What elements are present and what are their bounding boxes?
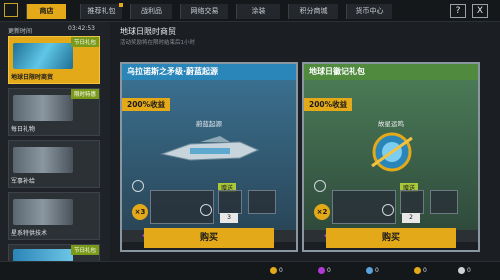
gift-boxes-thumbnail bbox=[13, 95, 73, 121]
notification-badge bbox=[119, 3, 123, 7]
buy-button[interactable]: 购买 bbox=[144, 228, 274, 248]
buy-button[interactable]: 购买 bbox=[326, 228, 456, 248]
resource-value: 0 bbox=[423, 267, 427, 274]
sidebar-item-label: 每日礼物 bbox=[11, 126, 36, 133]
resource-value: 0 bbox=[279, 267, 283, 274]
supply-crate-thumbnail bbox=[13, 147, 73, 173]
profit-badge: 200%收益 bbox=[122, 98, 171, 111]
resource-energy: 0 bbox=[414, 266, 427, 276]
refresh-timer: 03:42:53 bbox=[68, 25, 95, 32]
quantity-badge: ×2 bbox=[314, 204, 330, 220]
resource-bar: 0 0 0 0 0 bbox=[0, 261, 500, 280]
ship-image bbox=[160, 136, 260, 161]
clock-icon bbox=[314, 180, 326, 192]
tab-network-trade[interactable]: 网络交易 bbox=[180, 4, 228, 19]
resource-credit: 0 bbox=[366, 266, 379, 276]
festival-tag: 节日礼包 bbox=[70, 245, 99, 255]
item-name: 蔚蓝起源 bbox=[196, 120, 222, 128]
close-icon: X bbox=[476, 6, 484, 16]
resource-value: 0 bbox=[375, 267, 379, 274]
tab-label: 推荐礼包 bbox=[87, 7, 116, 15]
card-title: 乌拉诺斯之矛级·蔚蓝起源 bbox=[122, 64, 296, 80]
gift-count: 3 bbox=[220, 213, 238, 223]
menu-icon[interactable] bbox=[4, 3, 18, 17]
gift-count: 2 bbox=[402, 213, 420, 223]
emblem-image bbox=[371, 132, 413, 172]
crystal-icon bbox=[318, 267, 325, 274]
help-icon: ? bbox=[455, 6, 461, 16]
tab-paint[interactable]: 涂装 bbox=[236, 4, 280, 19]
tab-label: 积分商城 bbox=[299, 7, 328, 15]
profit-badge: 200%收益 bbox=[304, 98, 353, 111]
refresh-label: 更新时间 bbox=[8, 28, 33, 35]
tab-label: 战利品 bbox=[141, 7, 162, 15]
item-name: 故星运鸣 bbox=[378, 120, 404, 128]
tab-label: 商店 bbox=[39, 7, 54, 15]
clock-icon bbox=[132, 180, 144, 192]
quantity-badge: ×3 bbox=[132, 204, 148, 220]
tab-currency-center[interactable]: 货币中心 bbox=[346, 4, 392, 19]
gift-item-slot[interactable] bbox=[218, 190, 242, 214]
token-icon bbox=[458, 267, 465, 274]
offer-card-earth-day-emblem: 地球日徽记礼包 200%收益 故星运鸣 ×2 赠送 2 1288 购买 bbox=[302, 62, 480, 252]
tech-crate-thumbnail bbox=[13, 199, 73, 225]
resource-token: 0 bbox=[458, 266, 471, 276]
close-button[interactable]: X bbox=[472, 4, 488, 18]
page-subtitle: 活动奖励将在限时结束后1小时 bbox=[120, 40, 196, 46]
tab-label: 涂装 bbox=[251, 7, 266, 15]
offer-card-uranus-spear: 乌拉诺斯之矛级·蔚蓝起源 200%收益 蔚蓝起源 ×3 赠送 3 2888 购买 bbox=[120, 62, 298, 252]
credit-icon bbox=[366, 267, 373, 274]
tab-points-mall[interactable]: 积分商城 bbox=[288, 4, 338, 19]
gift-item-slot[interactable] bbox=[400, 190, 424, 214]
search-icon[interactable] bbox=[382, 204, 394, 216]
tab-shop[interactable]: 商店 bbox=[26, 4, 66, 19]
ship-thumbnail bbox=[13, 43, 73, 69]
help-button[interactable]: ? bbox=[450, 4, 466, 18]
sidebar-item-galaxy-tech[interactable]: 星系特供技术 bbox=[8, 192, 100, 240]
tab-recommended-packs[interactable]: 推荐礼包 bbox=[80, 3, 123, 19]
sidebar: 更新时间 03:42:53 节日礼包 地球日限时商贸 限时特惠 每日礼物 军事补… bbox=[0, 22, 110, 272]
resource-crystal: 0 bbox=[318, 266, 331, 276]
page-title: 地球日限时商贸 bbox=[120, 27, 176, 36]
resource-value: 0 bbox=[327, 267, 331, 274]
gift-item-slot[interactable] bbox=[430, 190, 458, 214]
tab-label: 货币中心 bbox=[355, 7, 384, 15]
sidebar-item-label: 地球日限时商贸 bbox=[11, 74, 54, 81]
festival-tag: 节日礼包 bbox=[70, 37, 99, 47]
sidebar-item-daily-gift[interactable]: 限时特惠 每日礼物 bbox=[8, 88, 100, 136]
search-icon[interactable] bbox=[200, 204, 212, 216]
tab-loot[interactable]: 战利品 bbox=[130, 4, 172, 19]
resource-gold: 0 bbox=[270, 266, 283, 276]
top-bar: 商店 推荐礼包 战利品 网络交易 涂装 积分商城 货币中心 ? X bbox=[0, 0, 500, 22]
gift-item-slot[interactable] bbox=[248, 190, 276, 214]
resource-value: 0 bbox=[467, 267, 471, 274]
card-body: 200%收益 故星运鸣 ×2 赠送 2 1288 bbox=[304, 80, 478, 242]
sidebar-item-military-supply[interactable]: 军事补给 bbox=[8, 140, 100, 188]
gold-coin-icon bbox=[270, 267, 277, 274]
sidebar-item-earth-day-trade[interactable]: 节日礼包 地球日限时商贸 bbox=[8, 36, 100, 84]
energy-icon bbox=[414, 267, 421, 274]
card-body: 200%收益 蔚蓝起源 ×3 赠送 3 2888 bbox=[122, 80, 296, 242]
tab-label: 网络交易 bbox=[190, 7, 219, 15]
limited-offer-tag: 限时特惠 bbox=[70, 89, 99, 99]
sidebar-item-label: 星系特供技术 bbox=[11, 230, 48, 237]
card-title: 地球日徽记礼包 bbox=[304, 64, 478, 80]
sidebar-item-label: 军事补给 bbox=[11, 178, 36, 185]
